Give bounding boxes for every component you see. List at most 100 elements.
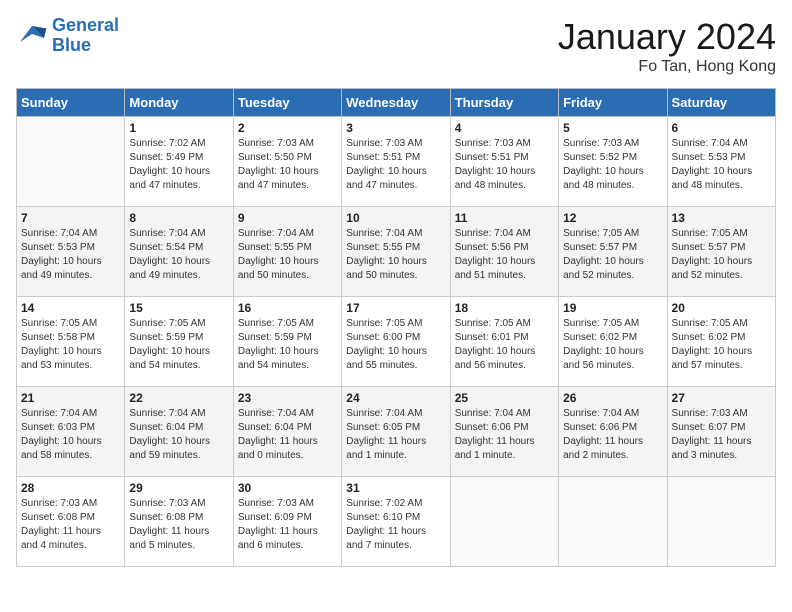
calendar-cell: 22 Sunrise: 7:04 AM Sunset: 6:04 PM Dayli… [125,387,233,477]
weekday-header-monday: Monday [125,89,233,117]
calendar-table: SundayMondayTuesdayWednesdayThursdayFrid… [16,88,776,567]
calendar-cell: 27 Sunrise: 7:03 AM Sunset: 6:07 PM Dayli… [667,387,775,477]
day-number: 6 [672,121,771,135]
day-info: Sunrise: 7:04 AM Sunset: 5:56 PM Dayligh… [455,227,554,283]
day-number: 4 [455,121,554,135]
day-number: 1 [129,121,228,135]
day-info: Sunrise: 7:03 AM Sunset: 5:51 PM Dayligh… [455,137,554,193]
calendar-cell: 19 Sunrise: 7:05 AM Sunset: 6:02 PM Dayli… [559,297,667,387]
day-number: 16 [238,301,337,315]
logo: General Blue [16,16,119,56]
calendar-cell: 13Sunrise: 7:05 AM Sunset: 5:57 PM Dayli… [667,207,775,297]
calendar-cell: 8Sunrise: 7:04 AM Sunset: 5:54 PM Daylig… [125,207,233,297]
day-info: Sunrise: 7:04 AM Sunset: 6:04 PM Dayligh… [129,407,228,463]
calendar-cell: 1 Sunrise: 7:02 AM Sunset: 5:49 PM Daylig… [125,117,233,207]
weekday-header-row: SundayMondayTuesdayWednesdayThursdayFrid… [17,89,776,117]
day-number: 25 [455,391,554,405]
day-info: Sunrise: 7:04 AM Sunset: 6:06 PM Dayligh… [563,407,662,463]
week-row-4: 21Sunrise: 7:04 AM Sunset: 6:03 PM Dayli… [17,387,776,477]
day-number: 10 [346,211,445,225]
title-block: January 2024 Fo Tan, Hong Kong [558,16,776,76]
day-info: Sunrise: 7:05 AM Sunset: 5:59 PM Dayligh… [238,317,337,373]
day-number: 15 [129,301,228,315]
calendar-cell: 12 Sunrise: 7:05 AM Sunset: 5:57 PM Dayli… [559,207,667,297]
calendar-cell [17,117,125,207]
calendar-cell: 3 Sunrise: 7:03 AM Sunset: 5:51 PM Daylig… [342,117,450,207]
day-info: Sunrise: 7:03 AM Sunset: 6:08 PM Dayligh… [129,497,228,553]
day-info: Sunrise: 7:05 AM Sunset: 6:01 PM Dayligh… [455,317,554,373]
weekday-header-friday: Friday [559,89,667,117]
day-number: 23 [238,391,337,405]
day-number: 22 [129,391,228,405]
day-number: 31 [346,481,445,495]
location-label: Fo Tan, Hong Kong [558,58,776,76]
logo-icon [16,22,48,50]
day-number: 9 [238,211,337,225]
calendar-cell: 16 Sunrise: 7:05 AM Sunset: 5:59 PM Dayli… [233,297,341,387]
day-info: Sunrise: 7:04 AM Sunset: 6:06 PM Dayligh… [455,407,554,463]
day-number: 14 [21,301,120,315]
week-row-2: 7Sunrise: 7:04 AM Sunset: 5:53 PM Daylig… [17,207,776,297]
calendar-cell: 11 Sunrise: 7:04 AM Sunset: 5:56 PM Dayli… [450,207,558,297]
calendar-cell [559,477,667,567]
calendar-cell: 4 Sunrise: 7:03 AM Sunset: 5:51 PM Daylig… [450,117,558,207]
calendar-cell: 18Sunrise: 7:05 AM Sunset: 6:01 PM Dayli… [450,297,558,387]
calendar-cell: 2 Sunrise: 7:03 AM Sunset: 5:50 PM Daylig… [233,117,341,207]
weekday-header-sunday: Sunday [17,89,125,117]
month-title: January 2024 [558,16,776,58]
calendar-cell [667,477,775,567]
week-row-1: 1 Sunrise: 7:02 AM Sunset: 5:49 PM Daylig… [17,117,776,207]
calendar-cell: 10Sunrise: 7:04 AM Sunset: 5:55 PM Dayli… [342,207,450,297]
calendar-cell: 29 Sunrise: 7:03 AM Sunset: 6:08 PM Dayli… [125,477,233,567]
day-number: 11 [455,211,554,225]
day-number: 26 [563,391,662,405]
calendar-cell: 6Sunrise: 7:04 AM Sunset: 5:53 PM Daylig… [667,117,775,207]
week-row-3: 14 Sunrise: 7:05 AM Sunset: 5:58 PM Dayli… [17,297,776,387]
day-info: Sunrise: 7:03 AM Sunset: 5:50 PM Dayligh… [238,137,337,193]
day-number: 28 [21,481,120,495]
day-number: 8 [129,211,228,225]
week-row-5: 28 Sunrise: 7:03 AM Sunset: 6:08 PM Dayli… [17,477,776,567]
day-number: 19 [563,301,662,315]
day-info: Sunrise: 7:03 AM Sunset: 5:52 PM Dayligh… [563,137,662,193]
day-number: 30 [238,481,337,495]
calendar-cell: 9 Sunrise: 7:04 AM Sunset: 5:55 PM Daylig… [233,207,341,297]
calendar-cell: 15 Sunrise: 7:05 AM Sunset: 5:59 PM Dayli… [125,297,233,387]
day-info: Sunrise: 7:03 AM Sunset: 5:51 PM Dayligh… [346,137,445,193]
day-number: 24 [346,391,445,405]
day-info: Sunrise: 7:05 AM Sunset: 5:57 PM Dayligh… [563,227,662,283]
day-number: 7 [21,211,120,225]
day-number: 3 [346,121,445,135]
day-number: 2 [238,121,337,135]
calendar-cell: 20Sunrise: 7:05 AM Sunset: 6:02 PM Dayli… [667,297,775,387]
day-number: 17 [346,301,445,315]
calendar-cell: 26 Sunrise: 7:04 AM Sunset: 6:06 PM Dayli… [559,387,667,477]
calendar-cell: 21Sunrise: 7:04 AM Sunset: 6:03 PM Dayli… [17,387,125,477]
day-info: Sunrise: 7:04 AM Sunset: 6:04 PM Dayligh… [238,407,337,463]
day-info: Sunrise: 7:05 AM Sunset: 5:59 PM Dayligh… [129,317,228,373]
logo-text-line1: General [52,16,119,36]
day-number: 5 [563,121,662,135]
day-info: Sunrise: 7:03 AM Sunset: 6:09 PM Dayligh… [238,497,337,553]
calendar-cell: 30 Sunrise: 7:03 AM Sunset: 6:09 PM Dayli… [233,477,341,567]
calendar-cell: 28Sunrise: 7:03 AM Sunset: 6:08 PM Dayli… [17,477,125,567]
weekday-header-thursday: Thursday [450,89,558,117]
day-info: Sunrise: 7:05 AM Sunset: 6:00 PM Dayligh… [346,317,445,373]
day-info: Sunrise: 7:04 AM Sunset: 5:55 PM Dayligh… [238,227,337,283]
day-info: Sunrise: 7:03 AM Sunset: 6:07 PM Dayligh… [672,407,771,463]
calendar-cell: 23 Sunrise: 7:04 AM Sunset: 6:04 PM Dayli… [233,387,341,477]
calendar-cell: 17 Sunrise: 7:05 AM Sunset: 6:00 PM Dayli… [342,297,450,387]
day-number: 29 [129,481,228,495]
calendar-cell: 5 Sunrise: 7:03 AM Sunset: 5:52 PM Daylig… [559,117,667,207]
day-info: Sunrise: 7:02 AM Sunset: 5:49 PM Dayligh… [129,137,228,193]
day-number: 12 [563,211,662,225]
day-info: Sunrise: 7:05 AM Sunset: 6:02 PM Dayligh… [672,317,771,373]
day-info: Sunrise: 7:05 AM Sunset: 5:58 PM Dayligh… [21,317,120,373]
day-info: Sunrise: 7:02 AM Sunset: 6:10 PM Dayligh… [346,497,445,553]
calendar-cell: 14 Sunrise: 7:05 AM Sunset: 5:58 PM Dayli… [17,297,125,387]
day-number: 27 [672,391,771,405]
logo-text-line2: Blue [52,36,119,56]
calendar-cell: 24Sunrise: 7:04 AM Sunset: 6:05 PM Dayli… [342,387,450,477]
weekday-header-saturday: Saturday [667,89,775,117]
day-info: Sunrise: 7:05 AM Sunset: 6:02 PM Dayligh… [563,317,662,373]
